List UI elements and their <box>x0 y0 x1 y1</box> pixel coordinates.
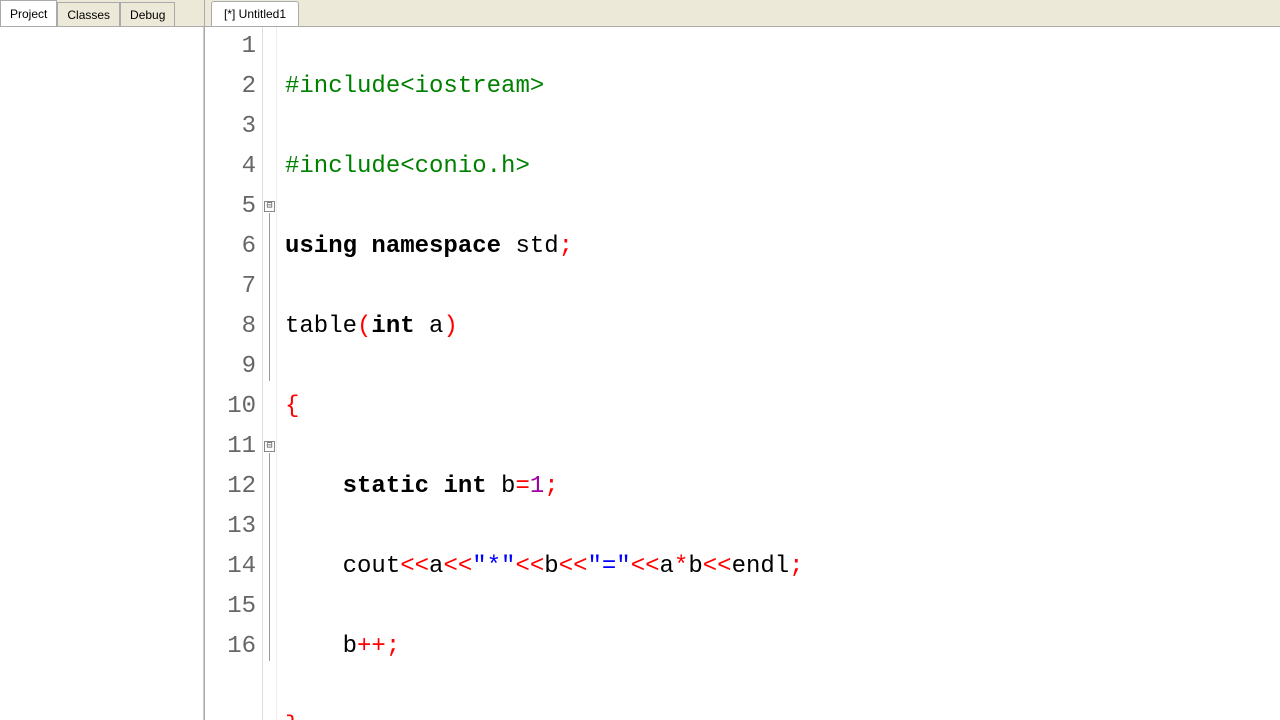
line-number: 5 <box>205 187 256 227</box>
file-tab-untitled1[interactable]: [*] Untitled1 <box>211 1 299 26</box>
line-number: 7 <box>205 267 256 307</box>
tab-project[interactable]: Project <box>0 0 57 26</box>
code-line[interactable]: table(int a) <box>285 307 1280 347</box>
code-line[interactable]: { <box>285 387 1280 427</box>
fold-toggle-icon[interactable]: ⊟ <box>264 441 275 452</box>
code-content[interactable]: #include<iostream> #include<conio.h> usi… <box>277 27 1280 720</box>
code-line[interactable]: using namespace std; <box>285 227 1280 267</box>
line-number: 13 <box>205 507 256 547</box>
side-panel: Project Classes Debug <box>0 0 205 720</box>
code-line[interactable]: #include<iostream> <box>285 67 1280 107</box>
line-number: 1 <box>205 27 256 67</box>
line-number: 11 <box>205 427 256 467</box>
line-number: 9 <box>205 347 256 387</box>
side-panel-body[interactable] <box>0 27 204 720</box>
fold-line <box>269 453 270 661</box>
line-number: 6 <box>205 227 256 267</box>
line-number: 3 <box>205 107 256 147</box>
code-line[interactable]: cout<<a<<"*"<<b<<"="<<a*b<<endl; <box>285 547 1280 587</box>
code-line[interactable]: static int b=1; <box>285 467 1280 507</box>
code-line[interactable]: b++; <box>285 627 1280 667</box>
code-editor[interactable]: 1 2 3 4 5 6 7 8 9 10 11 12 13 14 15 16 ⊟ <box>205 27 1280 720</box>
editor-area: [*] Untitled1 1 2 3 4 5 6 7 8 9 10 11 12… <box>205 0 1280 720</box>
code-line[interactable]: } <box>285 707 1280 720</box>
fold-column: ⊟ ⊟ <box>263 27 277 720</box>
file-tabs: [*] Untitled1 <box>205 0 1280 27</box>
line-number: 16 <box>205 627 256 667</box>
side-tabs: Project Classes Debug <box>0 0 204 27</box>
line-number: 4 <box>205 147 256 187</box>
fold-toggle-icon[interactable]: ⊟ <box>264 201 275 212</box>
line-number: 15 <box>205 587 256 627</box>
fold-line <box>269 213 270 381</box>
code-line[interactable]: #include<conio.h> <box>285 147 1280 187</box>
line-number: 2 <box>205 67 256 107</box>
tab-debug[interactable]: Debug <box>120 2 175 26</box>
line-number: 8 <box>205 307 256 347</box>
tab-classes[interactable]: Classes <box>57 2 120 26</box>
line-number-gutter: 1 2 3 4 5 6 7 8 9 10 11 12 13 14 15 16 <box>205 27 263 720</box>
line-number: 14 <box>205 547 256 587</box>
line-number: 10 <box>205 387 256 427</box>
line-number: 12 <box>205 467 256 507</box>
